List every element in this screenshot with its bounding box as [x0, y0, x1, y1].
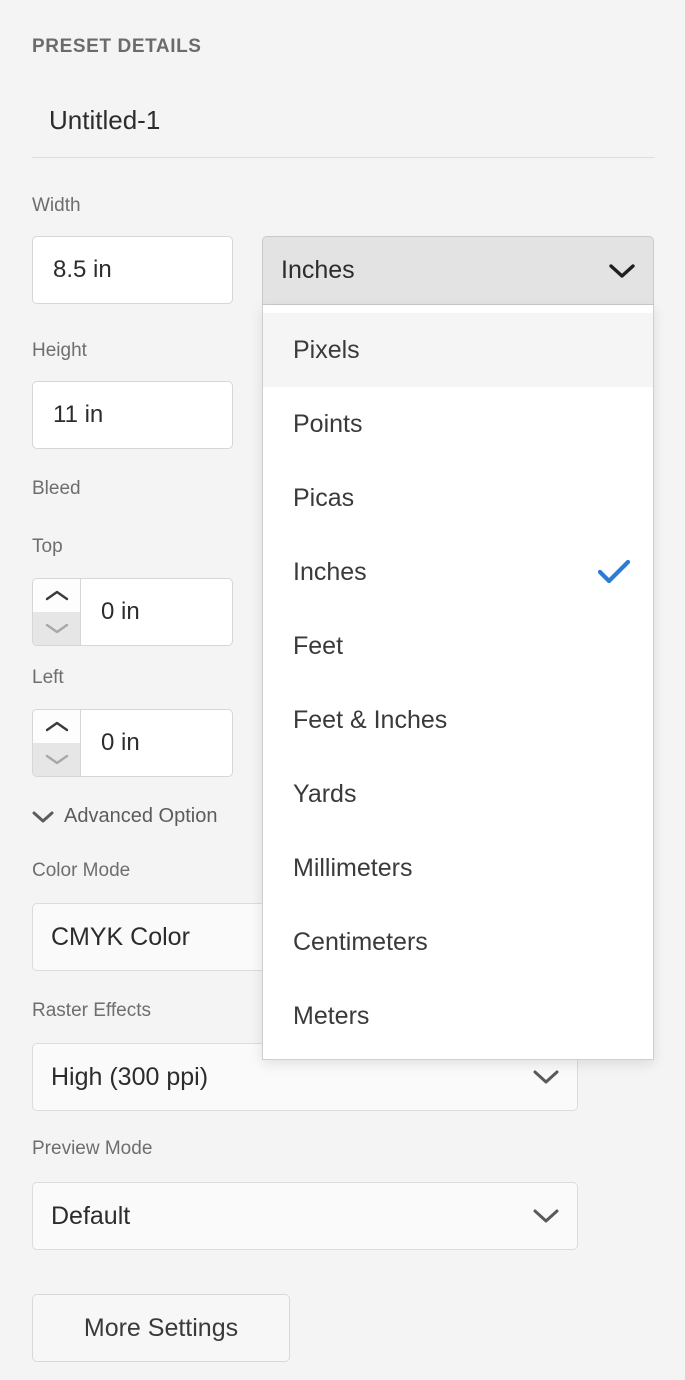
units-dropdown-item-label: Feet [293, 631, 344, 660]
units-dropdown-item[interactable]: Meters [263, 979, 653, 1053]
bleed-left-increment-button[interactable] [33, 710, 80, 743]
units-dropdown-item[interactable]: Feet & Inches [263, 683, 653, 757]
chevron-down-icon [609, 263, 635, 279]
chevron-down-icon [533, 1069, 559, 1085]
advanced-options-label: Advanced Option [64, 805, 218, 827]
units-dropdown-item[interactable]: Feet [263, 609, 653, 683]
units-dropdown-item-label: Millimeters [293, 853, 413, 882]
preview-mode-select-value: Default [51, 1201, 131, 1230]
color-mode-label: Color Mode [32, 860, 131, 881]
chevron-up-icon [45, 589, 69, 602]
bleed-left-input[interactable] [80, 709, 233, 777]
chevron-down-icon [32, 810, 54, 824]
bleed-top-label: Top [32, 536, 63, 557]
units-select-value: Inches [281, 256, 355, 284]
raster-effects-select-value: High (300 ppi) [51, 1062, 209, 1091]
bleed-top-stepper[interactable] [32, 578, 233, 646]
chevron-up-icon [45, 720, 69, 733]
preview-mode-select[interactable]: Default [32, 1182, 578, 1250]
units-dropdown-item[interactable]: Yards [263, 757, 653, 831]
units-dropdown-item-label: Centimeters [293, 927, 428, 956]
chevron-down-icon [45, 753, 69, 766]
units-dropdown-item-label: Meters [293, 1001, 370, 1030]
units-dropdown-item-label: Inches [293, 557, 367, 586]
bleed-left-decrement-button[interactable] [33, 743, 80, 776]
raster-effects-label: Raster Effects [32, 1000, 151, 1021]
bleed-top-input[interactable] [80, 578, 233, 646]
checkmark-icon [597, 559, 631, 585]
units-dropdown-item-label: Pixels [293, 335, 360, 364]
preset-name-input[interactable] [32, 96, 655, 144]
advanced-options-toggle[interactable]: Advanced Option [32, 805, 217, 828]
bleed-left-stepper-buttons [32, 709, 80, 777]
header-divider [32, 157, 655, 158]
bleed-top-increment-button[interactable] [33, 579, 80, 612]
more-settings-button[interactable]: More Settings [32, 1294, 290, 1362]
units-dropdown-item[interactable]: Points [263, 387, 653, 461]
units-dropdown-item-label: Picas [293, 483, 355, 512]
units-dropdown-menu[interactable]: Pixels Points Picas Inches Feet Feet & Inches… [262, 305, 654, 1060]
width-label: Width [32, 195, 81, 216]
chevron-down-icon [533, 1208, 559, 1224]
units-select[interactable]: Inches [262, 236, 654, 305]
units-dropdown-item-label: Yards [293, 779, 357, 808]
width-input[interactable] [32, 236, 233, 304]
units-dropdown-item[interactable]: Pixels [263, 313, 653, 387]
page-title: PRESET DETAILS [32, 36, 202, 57]
units-dropdown-item[interactable]: Millimeters [263, 831, 653, 905]
chevron-down-icon [45, 622, 69, 635]
bleed-label: Bleed [32, 478, 81, 499]
units-dropdown-item[interactable]: Centimeters [263, 905, 653, 979]
preview-mode-label: Preview Mode [32, 1138, 153, 1159]
more-settings-button-label: More Settings [83, 1313, 239, 1342]
units-dropdown-item-label: Feet & Inches [293, 705, 448, 734]
units-dropdown-item-label: Points [293, 409, 363, 438]
bleed-left-label: Left [32, 667, 64, 688]
height-input[interactable] [32, 381, 233, 449]
bleed-left-stepper[interactable] [32, 709, 233, 777]
units-dropdown-item[interactable]: Inches [263, 535, 653, 609]
bleed-top-stepper-buttons [32, 578, 80, 646]
units-dropdown-item[interactable]: Picas [263, 461, 653, 535]
bleed-top-decrement-button[interactable] [33, 612, 80, 645]
new-document-preset-panel: PRESET DETAILS Width Inches Height Bleed… [0, 0, 685, 1380]
height-label: Height [32, 340, 87, 361]
